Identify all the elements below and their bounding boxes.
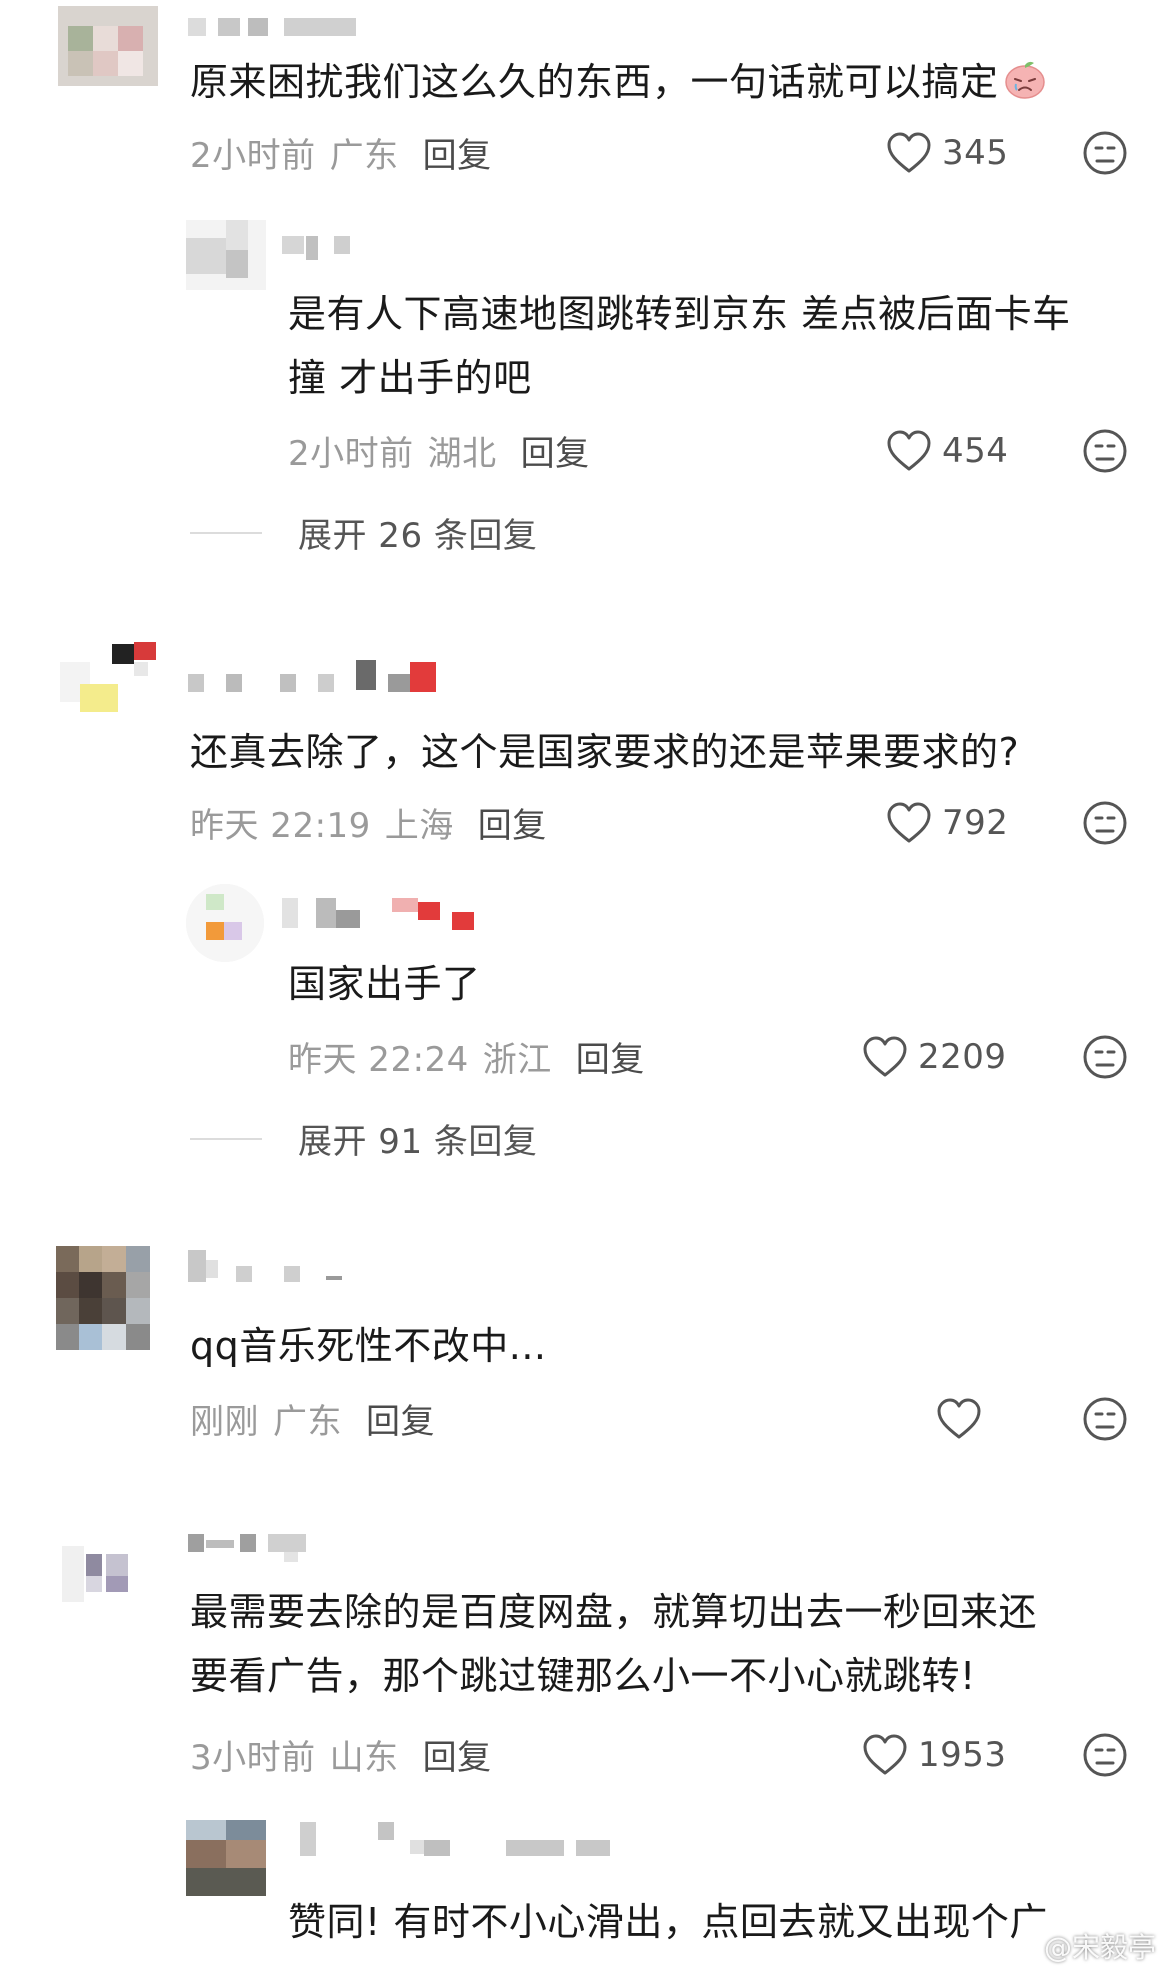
reply-region: 湖北: [427, 434, 497, 474]
reply-text: 是有人下高速地图跳转到京东 差点被后面卡车 撞 才出手的吧: [288, 292, 1071, 400]
comment-time: 2小时前: [190, 136, 316, 176]
comment-region: 上海: [384, 806, 454, 846]
reply-button[interactable]: 回复: [423, 136, 492, 176]
weibo-logo-icon: [1008, 1937, 1040, 1961]
heart-outline-icon: [887, 430, 931, 471]
reply-button[interactable]: 回复: [366, 1402, 435, 1442]
reply-text: 国家出手了: [288, 962, 481, 1006]
username-blurred[interactable]: [282, 236, 362, 262]
comment-meta: 昨天 22:19 上海 回复: [190, 798, 547, 847]
unhappy-face-icon[interactable]: [1082, 1396, 1128, 1442]
comment-meta: 2小时前 广东 回复: [190, 128, 492, 177]
reply-time: 昨天 22:24: [288, 1040, 469, 1080]
sad-peach-emoji-icon: [1004, 61, 1045, 99]
weibo-watermark: @宋毅亭: [1008, 1926, 1156, 1966]
reply-meta: 昨天 22:24 浙江 回复: [288, 1032, 645, 1081]
like-button[interactable]: 2209: [862, 1032, 1007, 1082]
username-blurred[interactable]: [188, 18, 358, 44]
user-avatar[interactable]: [56, 1246, 150, 1350]
like-count: 792: [942, 803, 1009, 843]
username-blurred[interactable]: [188, 660, 478, 692]
like-count: 345: [942, 133, 1009, 173]
comment-text: 还真去除了，这个是国家要求的还是苹果要求的?: [190, 730, 1020, 774]
reply-time: 2小时前: [288, 434, 414, 474]
comment-meta: 3小时前 山东 回复: [190, 1730, 492, 1779]
expand-replies-button[interactable]: 展开 91 条回复: [190, 1114, 537, 1163]
unhappy-face-icon[interactable]: [1082, 428, 1128, 474]
comment-time: 昨天 22:19: [190, 806, 371, 846]
user-avatar[interactable]: [60, 1516, 160, 1626]
divider-line: [190, 1137, 262, 1140]
user-avatar[interactable]: [58, 6, 158, 86]
unhappy-face-icon[interactable]: [1082, 1732, 1128, 1778]
username-blurred[interactable]: [300, 1822, 620, 1856]
unhappy-face-icon[interactable]: [1082, 130, 1128, 176]
comment-region: 广东: [273, 1402, 342, 1442]
like-button[interactable]: 345: [886, 128, 1008, 178]
user-avatar[interactable]: [186, 884, 264, 962]
like-count: 1953: [918, 1735, 1007, 1775]
like-button[interactable]: 1953: [862, 1730, 1007, 1780]
heart-outline-icon: [887, 802, 931, 843]
like-count: 2209: [918, 1037, 1007, 1077]
like-button[interactable]: 792: [886, 798, 1008, 848]
reply-text: 赞同! 有时不小心滑出，点回去就又出现个广: [288, 1900, 1048, 1944]
comment-text: qq音乐死性不改中...: [190, 1324, 547, 1368]
comment-text: 最需要去除的是百度网盘，就算切出去一秒回来还 要看广告，那个跳过键那么小一不小心…: [190, 1590, 1038, 1698]
divider-line: [190, 531, 262, 534]
like-count: 454: [942, 431, 1009, 471]
heart-outline-icon: [937, 1398, 981, 1439]
unhappy-face-icon[interactable]: [1082, 800, 1128, 846]
expand-replies-button[interactable]: 展开 26 条回复: [190, 508, 537, 557]
comment-text: 原来困扰我们这么久的东西，一句话就可以搞定: [190, 50, 1047, 114]
like-button[interactable]: 454: [886, 426, 1008, 476]
comment-time: 刚刚: [190, 1402, 259, 1442]
reply-button[interactable]: 回复: [521, 434, 590, 474]
heart-outline-icon: [863, 1734, 907, 1775]
heart-outline-icon: [863, 1036, 907, 1077]
reply-region: 浙江: [482, 1040, 552, 1080]
heart-outline-icon: [887, 132, 931, 173]
comment-region: 广东: [329, 136, 399, 176]
unhappy-face-icon[interactable]: [1082, 1034, 1128, 1080]
reply-meta: 2小时前 湖北 回复: [288, 426, 590, 475]
username-blurred[interactable]: [188, 1534, 328, 1562]
username-blurred[interactable]: [282, 898, 502, 930]
reply-button[interactable]: 回复: [576, 1040, 645, 1080]
comment-region: 山东: [329, 1738, 399, 1778]
comment-feed: 原来困扰我们这么久的东西，一句话就可以搞定 2小时前 广东 回复 345 是有人下高…: [0, 0, 1174, 1972]
username-blurred[interactable]: [188, 1250, 358, 1282]
reply-button[interactable]: 回复: [423, 1738, 492, 1778]
comment-meta: 刚刚 广东 回复: [190, 1394, 435, 1443]
reply-button[interactable]: 回复: [478, 806, 547, 846]
user-avatar[interactable]: [60, 632, 170, 732]
comment-time: 3小时前: [190, 1738, 316, 1778]
user-avatar[interactable]: [186, 220, 266, 290]
like-button[interactable]: [936, 1394, 992, 1444]
user-avatar[interactable]: [186, 1820, 266, 1896]
